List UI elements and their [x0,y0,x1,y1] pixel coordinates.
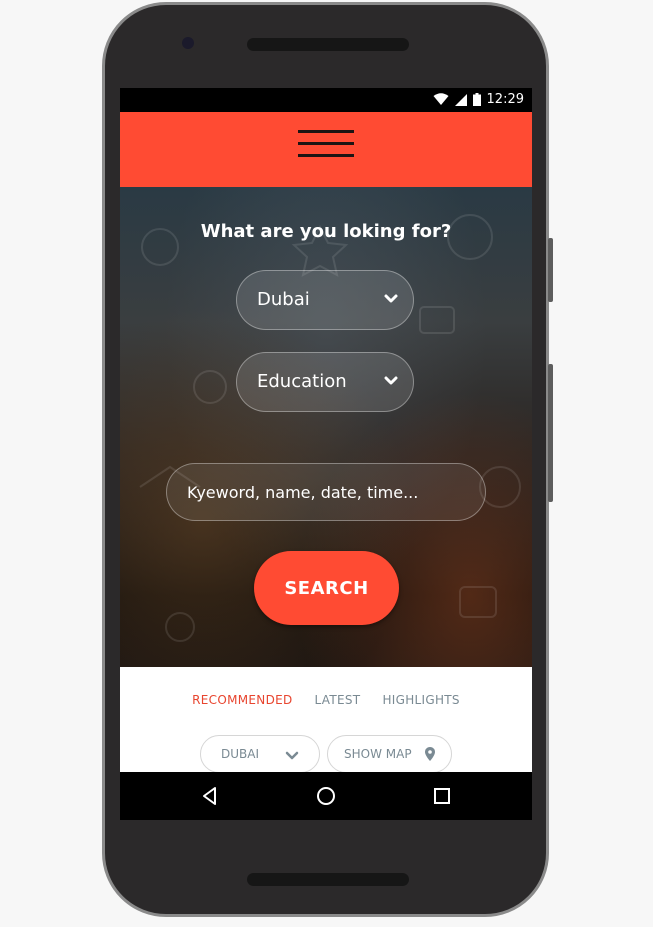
keyword-search-input[interactable] [166,463,486,521]
app-bar [120,112,532,187]
phone-screen: 12:29 What are you loking for? Dubai Edu… [120,88,532,820]
category-select-value: Education [257,371,347,392]
recents-square-icon[interactable] [431,785,453,807]
system-nav-bar [120,772,532,820]
category-select[interactable]: Education [236,352,414,412]
status-time: 12:29 [486,92,524,107]
chevron-down-icon [285,751,299,760]
map-pin-icon [425,747,435,761]
wifi-icon [433,93,449,105]
city-filter-label: DUBAI [221,747,260,761]
tab-recommended[interactable]: RECOMMENDED [192,693,292,707]
search-button[interactable]: SEARCH [254,551,399,625]
status-bar: 12:29 [120,88,532,112]
signal-icon [454,93,467,106]
location-select[interactable]: Dubai [236,270,414,330]
hero-title: What are you loking for? [200,221,452,242]
show-map-label: SHOW MAP [344,747,412,761]
results-panel: RECOMMENDED LATEST HIGHLIGHTS DUBAI SHOW… [120,667,532,773]
tab-highlights[interactable]: HIGHLIGHTS [382,693,459,707]
chevron-down-icon [384,376,398,385]
results-tabs: RECOMMENDED LATEST HIGHLIGHTS [120,693,532,707]
chevron-down-icon [384,294,398,303]
volume-button [548,238,553,302]
hamburger-menu-icon[interactable] [298,130,354,166]
battery-icon [472,93,481,106]
front-camera [182,37,194,49]
back-triangle-icon[interactable] [199,785,221,807]
home-circle-icon[interactable] [315,785,337,807]
top-speaker [247,38,409,51]
power-button [548,364,553,502]
tab-latest[interactable]: LATEST [315,693,361,707]
city-filter-chip[interactable]: DUBAI [200,735,320,773]
show-map-chip[interactable]: SHOW MAP [327,735,452,773]
search-hero: What are you loking for? Dubai Education… [120,187,532,667]
bottom-speaker [247,873,409,886]
location-select-value: Dubai [257,289,310,310]
